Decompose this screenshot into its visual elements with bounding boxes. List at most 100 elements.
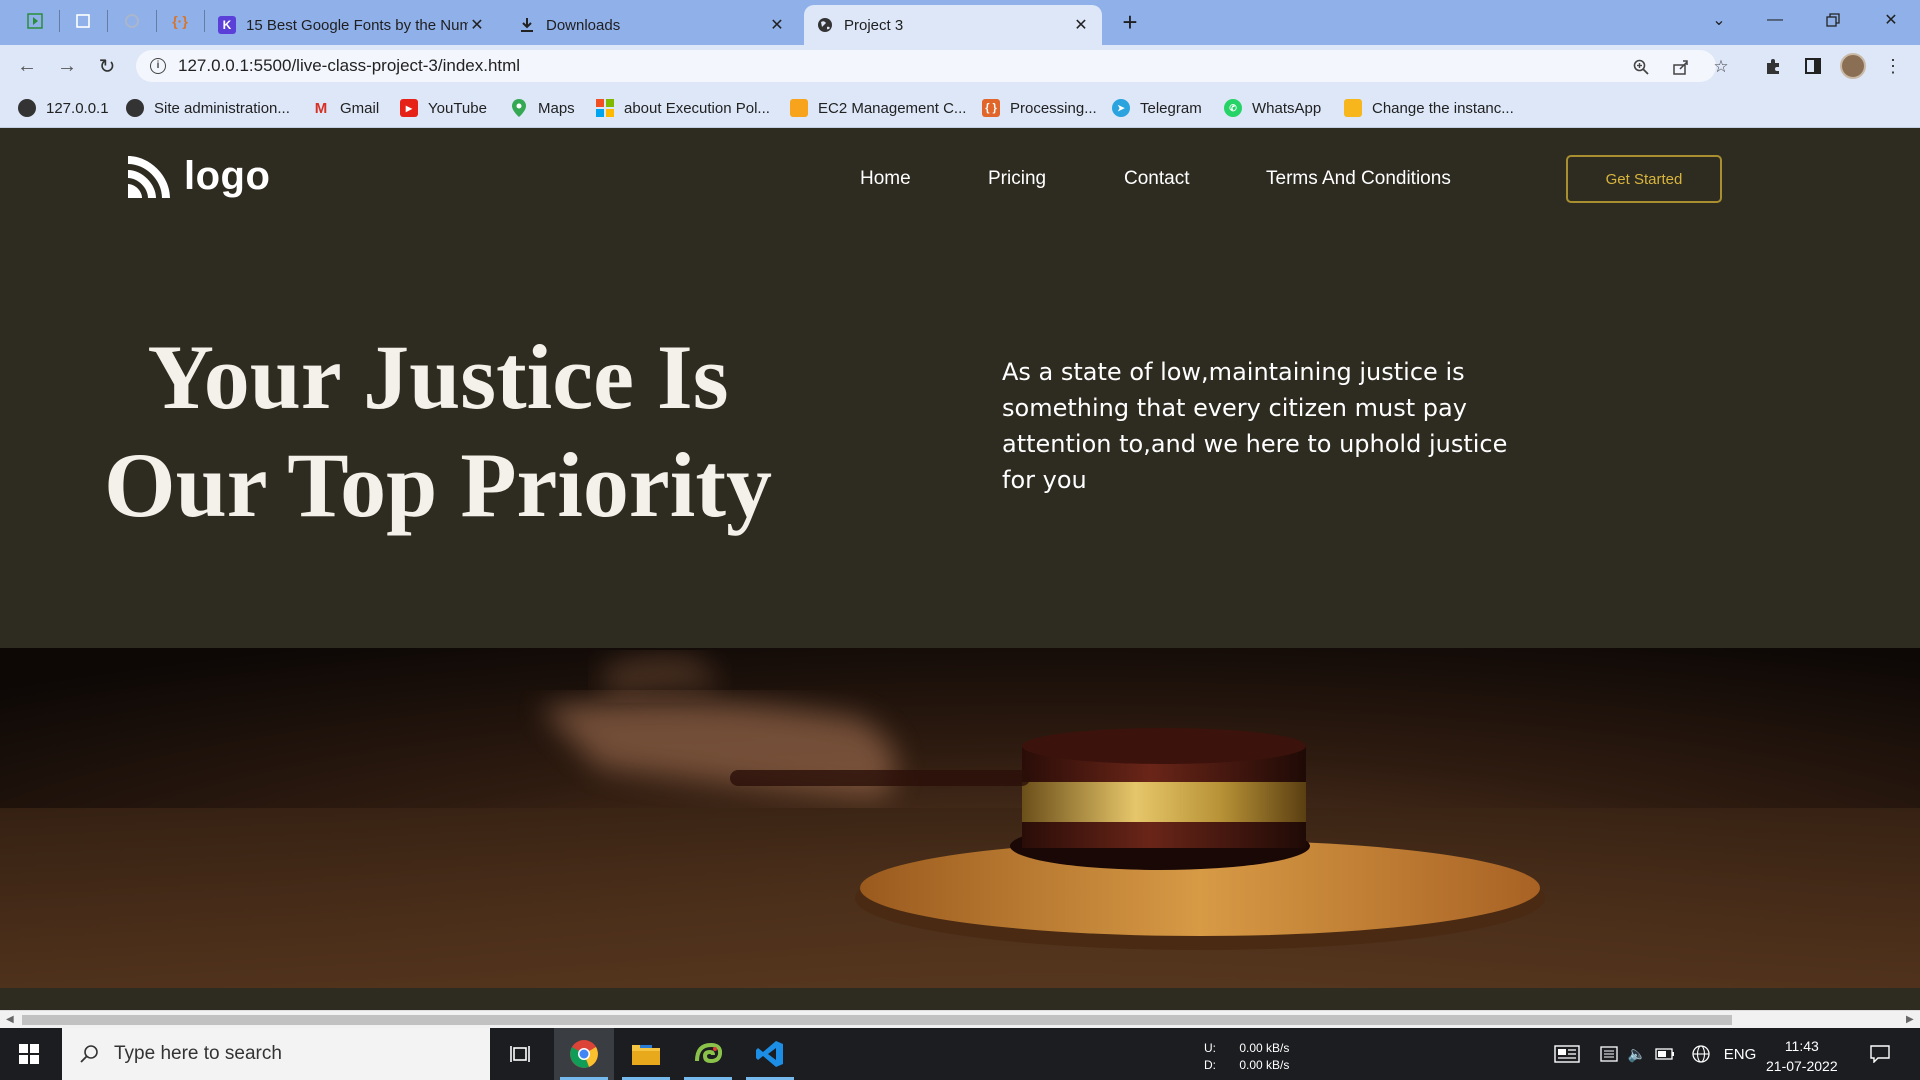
clock-time: 11:43 [1784,1038,1819,1054]
bookmark-youtube[interactable]: ▶ YouTube [400,97,487,119]
tab-google-fonts[interactable]: K 15 Best Google Fonts by the Num ✕ [206,5,498,45]
tab-search-button[interactable]: ⌄ [1696,4,1742,36]
bookmark-processing[interactable]: { } Processing... [982,97,1097,119]
task-view-icon [510,1046,530,1062]
notification-icon [1870,1045,1890,1063]
new-tab-button[interactable]: + [1116,6,1144,37]
nav-home[interactable]: Home [860,168,911,190]
windows-taskbar: Type here to search U: 0.00 kB/s D: 0.00… [0,1028,1920,1080]
nav-terms-and-conditions[interactable]: Terms And Conditions [1266,168,1451,190]
zoom-icon[interactable] [1630,56,1652,78]
chameleon-icon [695,1042,723,1064]
browser-tab-strip: {·} K 15 Best Google Fonts by the Num ✕ … [0,0,1920,45]
hero-description: As a state of low,maintaining justice is… [1002,358,1508,494]
task-view-button[interactable] [490,1028,550,1080]
pinned-tab-code[interactable]: {·} [169,10,191,32]
close-icon[interactable]: ✕ [1072,16,1090,34]
youtube-icon: ▶ [400,99,418,117]
bookmark-label: YouTube [428,99,487,117]
bookmark-execution-policy[interactable]: about Execution Pol... [596,97,770,119]
scrollbar-thumb[interactable] [22,1015,1732,1025]
close-icon[interactable]: ✕ [768,16,786,34]
url-text[interactable]: 127.0.0.1:5500/live-class-project-3/inde… [178,56,520,76]
bookmark-ec2[interactable]: EC2 Management C... [790,97,966,119]
more-vertical-icon: ⋮ [1884,55,1902,76]
reload-button[interactable]: ↻ [92,51,122,81]
scroll-left-arrow-icon[interactable]: ◀ [6,1014,14,1025]
close-window-button[interactable]: ✕ [1868,4,1914,36]
processing-icon: { } [982,99,1000,117]
nav-contact[interactable]: Contact [1124,168,1189,190]
puzzle-icon [1767,59,1779,74]
network-globe-icon[interactable] [1690,1042,1712,1066]
profile-avatar[interactable] [1840,53,1866,79]
tab-divider [59,10,60,32]
system-clock[interactable]: 11:43 21-07-2022 [1766,1036,1838,1076]
taskbar-chameleon-app[interactable] [678,1028,738,1080]
whatsapp-icon: ✆ [1224,99,1242,117]
hero-title-line-1: Your Justice Is [147,326,729,428]
side-panel-icon [1805,58,1821,74]
gavel-image [0,648,1920,988]
restore-button[interactable] [1810,4,1856,36]
close-icon[interactable]: ✕ [468,16,486,34]
download-icon [518,16,536,34]
bookmark-label: Gmail [340,99,380,117]
input-language-indicator[interactable]: ENG [1722,1042,1758,1066]
extensions-button[interactable] [1760,53,1786,79]
taskbar-chrome[interactable] [554,1028,614,1080]
info-icon[interactable]: i [150,58,166,74]
horizontal-scrollbar[interactable]: ◀ ▶ [0,1010,1920,1028]
bookmark-telegram[interactable]: ➤ Telegram [1112,97,1202,119]
upload-value: 0.00 kB/s [1239,1041,1290,1055]
pinned-tab-liveserver[interactable] [24,10,46,32]
news-icon[interactable] [1552,1042,1582,1066]
battery-icon[interactable] [1654,1042,1676,1066]
close-icon: ✕ [1884,12,1898,29]
taskbar-search-box[interactable]: Type here to search [62,1028,490,1080]
bookmark-maps[interactable]: Maps [510,97,575,119]
bookmark-whatsapp[interactable]: ✆ WhatsApp [1224,97,1321,119]
download-label: D: [1204,1058,1216,1072]
logo-text: logo [184,153,271,198]
tab-project-3[interactable]: Project 3 ✕ [804,5,1102,45]
taskbar-vscode[interactable] [740,1028,800,1080]
pinned-tab-blank[interactable] [72,10,94,32]
web-page: logo Home Pricing Contact Terms And Cond… [0,128,1920,1010]
share-icon[interactable] [1670,56,1692,78]
plus-icon: + [1122,6,1138,37]
pinned-tab-loading[interactable] [121,10,143,32]
globe-icon [126,99,144,117]
get-started-button[interactable]: Get Started [1566,155,1722,203]
menu-button[interactable]: ⋮ [1880,53,1906,79]
minimize-button[interactable]: — [1752,4,1798,36]
tab-downloads[interactable]: Downloads ✕ [506,5,798,45]
bookmark-localhost[interactable]: 127.0.0.1 [18,97,109,119]
bookmark-label: Processing... [1010,99,1097,117]
vscode-icon [756,1041,783,1067]
bookmark-gmail[interactable]: M Gmail [312,97,379,119]
spinner-icon [125,14,139,28]
volume-icon[interactable]: 🔈 [1626,1042,1648,1066]
star-icon[interactable]: ☆ [1710,56,1732,78]
notification-center-button[interactable] [1866,1042,1894,1066]
aws-icon [790,99,808,117]
forward-button[interactable]: → [52,51,82,81]
tab-label: Project 3 [844,16,904,34]
nav-pricing[interactable]: Pricing [988,168,1046,190]
windows-icon [596,99,614,117]
keyboard-icon[interactable] [1598,1042,1620,1066]
square-icon [76,14,90,28]
start-button[interactable] [0,1028,58,1080]
side-panel-button[interactable] [1800,53,1826,79]
bookmark-change-instance[interactable]: Change the instanc... [1344,97,1514,119]
site-logo[interactable]: logo [124,150,270,202]
restore-icon [1826,13,1840,27]
scroll-right-arrow-icon[interactable]: ▶ [1906,1014,1914,1025]
back-button[interactable]: ← [12,51,42,81]
address-bar[interactable]: i 127.0.0.1:5500/live-class-project-3/in… [136,50,1729,82]
gmail-icon: M [314,99,328,117]
bookmark-site-admin[interactable]: Site administration... [126,97,290,119]
taskbar-file-explorer[interactable] [616,1028,676,1080]
reload-icon: ↻ [98,55,116,78]
